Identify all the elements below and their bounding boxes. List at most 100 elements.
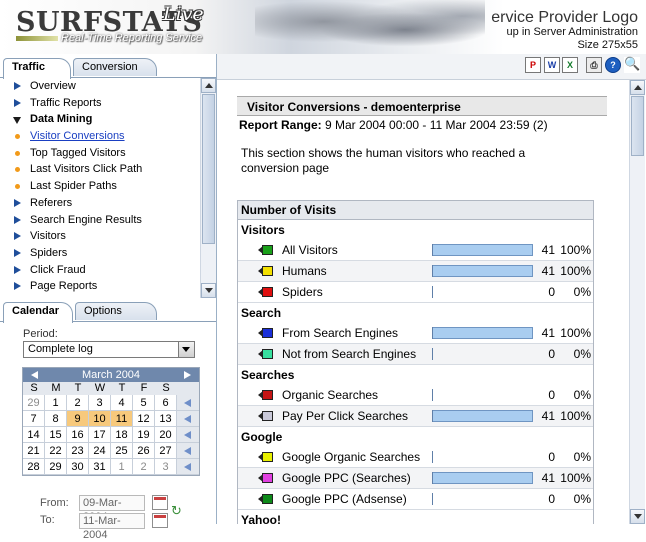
calendar-day[interactable]: 1 [45,395,67,411]
nav-item[interactable]: Click Fraud [0,262,200,279]
calendar-day[interactable]: 14 [23,427,45,443]
app-header: SURFSTATS Live Real-Time Reporting Servi… [0,0,646,54]
calendar-day[interactable]: 15 [45,427,67,443]
calendar-week-header [177,382,199,395]
bar-track [432,327,533,339]
bar-fill [433,265,533,277]
nav-item[interactable]: Top Tagged Visitors [0,145,200,162]
nav-item-label: Overview [30,80,76,92]
nav-item[interactable]: Visitor Conversions [0,128,200,145]
report-description: This section shows the human visitors wh… [241,146,526,175]
calendar-day[interactable]: 28 [23,459,45,475]
table-row: All Visitors 41 100% [238,240,593,261]
pdf-icon[interactable]: P [525,57,541,73]
calendar-day[interactable]: 2 [133,459,155,475]
tab-calendar[interactable]: Calendar [3,302,73,323]
calendar-day[interactable]: 21 [23,443,45,459]
to-calendar-icon[interactable] [152,513,168,528]
chevron-down-icon[interactable] [178,342,194,357]
tab-traffic[interactable]: Traffic [3,58,71,79]
nav-item[interactable]: Overview [0,78,200,95]
row-count: 41 [541,243,555,257]
tab-options[interactable]: Options [75,302,157,320]
nav-item[interactable]: Visitors [0,228,200,245]
nav-item[interactable]: Spiders [0,245,200,262]
row-label: Pay Per Click Searches [282,409,409,423]
calendar-day[interactable]: 29 [45,459,67,475]
bar-track [432,472,533,484]
nav-item-label: Data Mining [30,113,93,126]
nav-item[interactable]: Data Mining [0,111,200,128]
help-icon[interactable]: ? [605,57,621,73]
calendar-day[interactable]: 3 [89,395,111,411]
calendar-day[interactable]: 26 [133,443,155,459]
from-date-input[interactable]: 09-Mar-2004 [79,495,145,523]
report-scrollbar[interactable] [629,80,645,524]
calendar-day[interactable]: 2 [67,395,89,411]
calendar-day[interactable]: 18 [111,427,133,443]
nav-item-label: Page Reports [30,280,98,293]
calendar-day[interactable]: 3 [155,459,177,475]
calendar-day[interactable]: 4 [111,395,133,411]
nav-item[interactable]: Search Engine Results [0,212,200,229]
zoom-icon[interactable]: 🔍 [624,57,640,73]
calendar-day[interactable]: 25 [111,443,133,459]
calendar-day[interactable]: 12 [133,411,155,427]
calendar-day[interactable]: 24 [89,443,111,459]
to-date-input[interactable]: 11-Mar-2004 [79,513,145,541]
print-icon[interactable]: ⎙ [586,57,602,73]
nav-item[interactable]: Page Reports [0,278,200,295]
select-week-icon[interactable] [177,411,199,427]
calendar-weekday: F [133,382,155,395]
calendar-prev-month-icon[interactable] [31,371,38,379]
stats-group-header: Yahoo! [241,513,282,524]
nav-scroll-thumb[interactable] [202,94,215,244]
calendar-weekday: M [45,382,67,395]
calendar-day[interactable]: 10 [89,411,111,427]
calendar-day[interactable]: 17 [89,427,111,443]
calendar-day[interactable]: 1 [111,459,133,475]
calendar-day[interactable]: 5 [133,395,155,411]
report-scroll-thumb[interactable] [631,96,644,156]
calendar-day[interactable]: 29 [23,395,45,411]
calendar-day[interactable]: 8 [45,411,67,427]
calendar-day[interactable]: 9 [67,411,89,427]
calendar-next-month-icon[interactable] [184,371,191,379]
calendar-day[interactable]: 20 [155,427,177,443]
calendar-day[interactable]: 30 [67,459,89,475]
select-week-icon[interactable] [177,443,199,459]
tab-conversion[interactable]: Conversion [73,58,157,76]
expand-arrow-icon [14,215,21,224]
nav-scroll-up[interactable] [201,78,216,93]
from-calendar-icon[interactable] [152,495,168,510]
calendar-day[interactable]: 7 [23,411,45,427]
calendar-day[interactable]: 19 [133,427,155,443]
nav-item[interactable]: Traffic Reports [0,95,200,112]
period-select[interactable]: Complete log [23,341,195,358]
nav-scrollbar[interactable] [200,78,216,298]
select-week-icon[interactable] [177,395,199,411]
calendar-day[interactable]: 31 [89,459,111,475]
nav-item[interactable]: Last Visitors Click Path [0,161,200,178]
calendar-day[interactable]: 23 [67,443,89,459]
calendar-day[interactable]: 13 [155,411,177,427]
report-scroll-down[interactable] [630,509,645,524]
nav-item[interactable]: Referers [0,195,200,212]
calendar-day[interactable]: 11 [111,411,133,427]
calendar-day[interactable]: 16 [67,427,89,443]
bar-fill [433,410,533,422]
excel-icon[interactable]: X [562,57,578,73]
calendar-day[interactable]: 22 [45,443,67,459]
calendar-day[interactable]: 27 [155,443,177,459]
nav-item[interactable]: Last Spider Paths [0,178,200,195]
select-week-icon[interactable] [177,427,199,443]
word-icon[interactable]: W [544,57,560,73]
tag-icon-body [262,349,273,359]
calendar-day[interactable]: 6 [155,395,177,411]
expand-arrow-icon [14,248,21,257]
refresh-icon[interactable]: ↻ [171,504,185,518]
select-week-icon[interactable] [177,459,199,475]
conversion-stats-table: Number of Visits Visitors All Visitors 41 1… [237,200,594,524]
nav-scroll-down[interactable] [201,283,216,298]
report-scroll-up[interactable] [630,80,645,95]
